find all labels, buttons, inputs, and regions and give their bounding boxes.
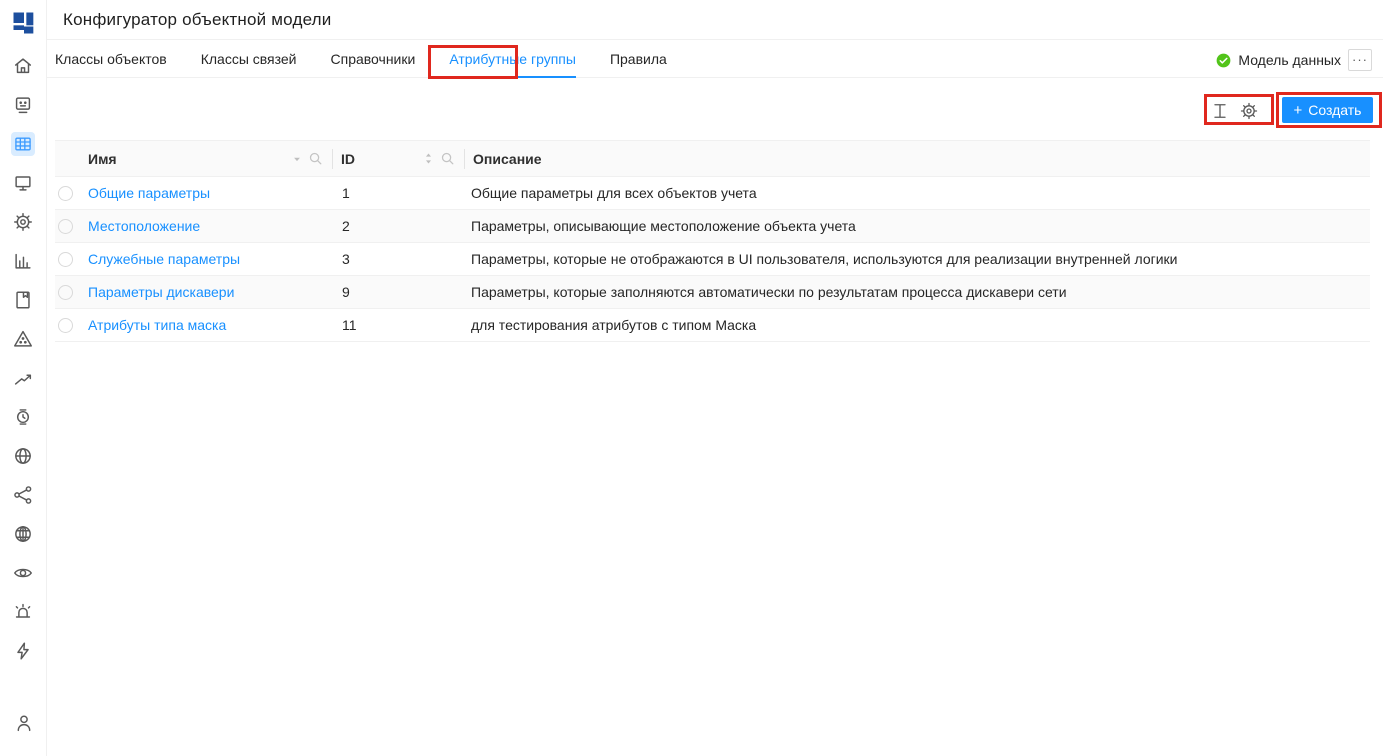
bar-chart-icon[interactable]: [11, 249, 35, 273]
table-row: Местоположение 2 Параметры, описывающие …: [55, 210, 1370, 243]
watch-icon[interactable]: [11, 405, 35, 429]
attribute-groups-table: Имя ID Описани: [55, 140, 1370, 342]
row-radio[interactable]: [58, 285, 73, 300]
group-link[interactable]: Местоположение: [88, 218, 200, 234]
lightning-icon[interactable]: [11, 639, 35, 663]
create-button-label: Создать: [1308, 102, 1361, 118]
table-row: Атрибуты типа маска 11 для тестирования …: [55, 309, 1370, 342]
group-id: 11: [342, 317, 357, 333]
status-label: Модель данных: [1238, 52, 1341, 68]
tab-link-classes[interactable]: Классы связей: [201, 40, 297, 78]
app-logo-icon: [10, 9, 38, 37]
data-model-status: Модель данных ···: [1216, 48, 1372, 72]
group-description: Параметры, которые не отображаются в UI …: [471, 251, 1178, 267]
group-id: 2: [342, 218, 350, 234]
tab-bar: Классы объектов Классы связей Справочник…: [47, 40, 1383, 78]
table-row: Параметры дискавери 9 Параметры, которые…: [55, 276, 1370, 309]
trend-line-icon[interactable]: [11, 366, 35, 390]
more-actions-button[interactable]: ···: [1348, 49, 1372, 71]
row-radio[interactable]: [58, 186, 73, 201]
gear-icon[interactable]: [1239, 101, 1259, 121]
plus-icon: +: [1294, 102, 1303, 119]
terminal-icon[interactable]: [11, 93, 35, 117]
group-description: для тестирования атрибутов с типом Маска: [471, 317, 756, 333]
monitor-icon[interactable]: [11, 171, 35, 195]
sidebar: [0, 0, 47, 756]
group-link[interactable]: Общие параметры: [88, 185, 210, 201]
search-icon[interactable]: [308, 151, 323, 166]
globe-icon[interactable]: [11, 444, 35, 468]
tab-attribute-groups[interactable]: Атрибутные группы: [449, 40, 576, 78]
table-header: Имя ID Описани: [55, 140, 1370, 177]
caret-down-icon[interactable]: [292, 154, 302, 164]
tab-object-classes[interactable]: Классы объектов: [55, 40, 167, 78]
row-radio[interactable]: [58, 219, 73, 234]
group-id: 9: [342, 284, 350, 300]
group-link[interactable]: Атрибуты типа маска: [88, 317, 226, 333]
home-icon[interactable]: [11, 54, 35, 78]
table-row: Служебные параметры 3 Параметры, которые…: [55, 243, 1370, 276]
table-grid-icon[interactable]: [11, 132, 35, 156]
create-button[interactable]: + Создать: [1282, 97, 1373, 123]
warning-triangle-icon[interactable]: [11, 327, 35, 351]
globe-grid-icon[interactable]: [11, 522, 35, 546]
eye-icon[interactable]: [11, 561, 35, 585]
tab-rules[interactable]: Правила: [610, 40, 667, 78]
tab-dictionaries[interactable]: Справочники: [331, 40, 416, 78]
search-icon[interactable]: [440, 151, 455, 166]
group-link[interactable]: Служебные параметры: [88, 251, 240, 267]
app-logo[interactable]: [0, 0, 47, 46]
group-id: 1: [342, 185, 350, 201]
line-height-icon[interactable]: [1210, 101, 1230, 121]
group-description: Общие параметры для всех объектов учета: [471, 185, 757, 201]
group-description: Параметры, которые заполняются автоматич…: [471, 284, 1067, 300]
topology-icon[interactable]: [11, 483, 35, 507]
column-header-id: ID: [341, 151, 355, 167]
column-header-description: Описание: [473, 151, 542, 167]
title-bar: Конфигуратор объектной модели: [47, 0, 1383, 40]
gear-icon[interactable]: [11, 210, 35, 234]
alarm-icon[interactable]: [11, 600, 35, 624]
table-row: Общие параметры 1 Общие параметры для вс…: [55, 177, 1370, 210]
group-id: 3: [342, 251, 350, 267]
column-header-name: Имя: [88, 151, 117, 167]
row-radio[interactable]: [58, 318, 73, 333]
check-circle-icon: [1216, 53, 1231, 68]
sorter-icon[interactable]: [423, 152, 434, 165]
sidebar-nav: [0, 46, 46, 663]
row-radio[interactable]: [58, 252, 73, 267]
user-icon[interactable]: [0, 712, 47, 734]
group-description: Параметры, описывающие местоположение об…: [471, 218, 856, 234]
journal-icon[interactable]: [11, 288, 35, 312]
page-title: Конфигуратор объектной модели: [63, 10, 331, 30]
group-link[interactable]: Параметры дискавери: [88, 284, 234, 300]
